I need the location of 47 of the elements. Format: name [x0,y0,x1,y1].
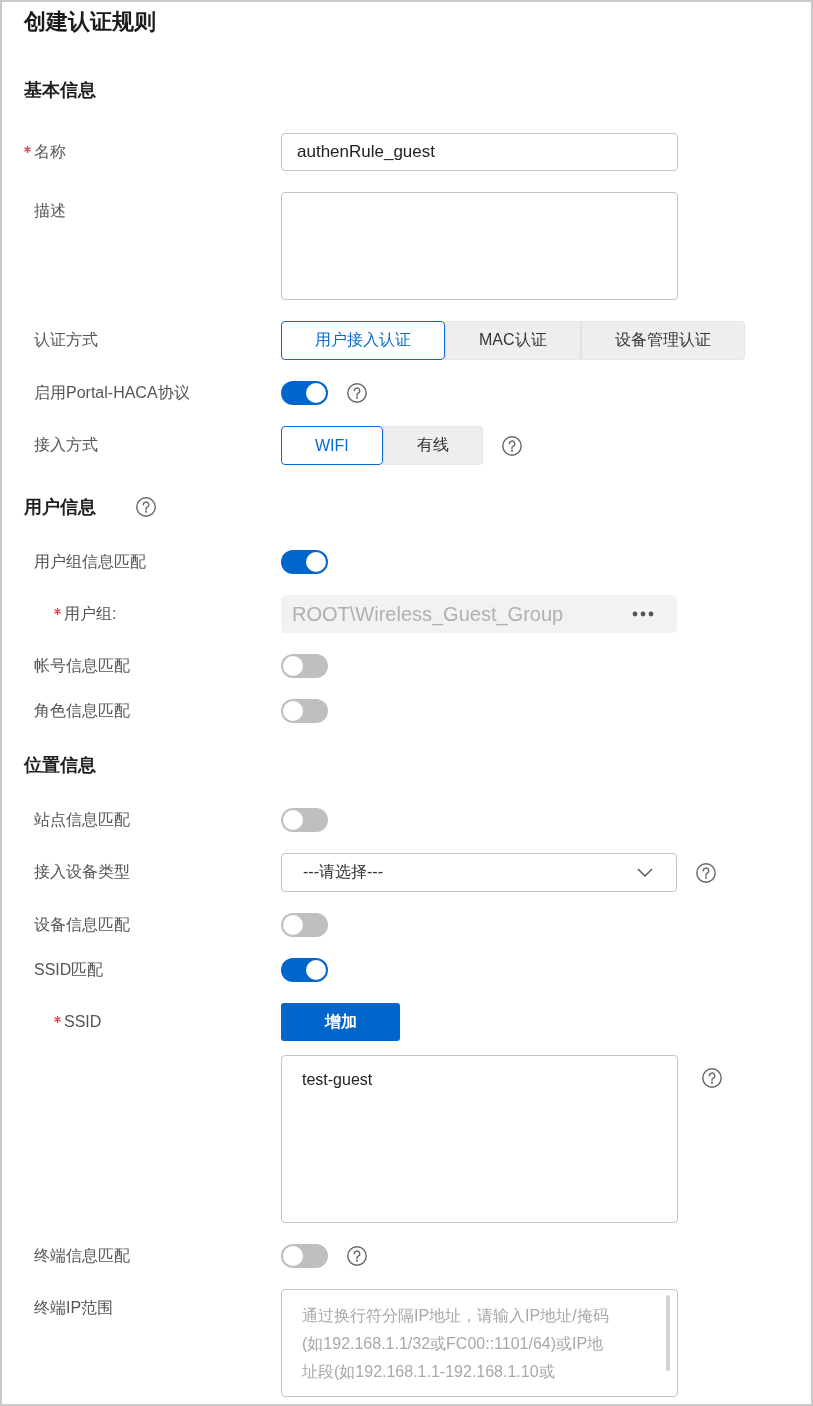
segment-option[interactable]: 有线 [382,426,483,465]
segment-option[interactable]: 用户接入认证 [281,321,445,360]
text-area-field[interactable]: 通过换行符分隔IP地址，请输入IP地址/掩码(如192.168.1.1/32或FC00::1101/64)或IP地址段(如192.168.1.1-192.168.1.10或 [281,1289,678,1397]
section-heading: 用户信息 [24,496,96,519]
toggle-switch[interactable] [281,654,328,678]
chevron-down-icon [637,868,653,877]
field-label: 认证方式 [34,330,98,350]
add-button[interactable]: 增加 [281,1003,400,1041]
field-label: 描述 [34,201,66,221]
field-label: 接入设备类型 [34,862,130,882]
field-label: 角色信息匹配 [34,701,130,721]
field-label: 设备信息匹配 [34,915,130,935]
field-label: 帐号信息匹配 [34,656,130,676]
field-label: 用户组: [64,604,117,624]
field-label: 用户组信息匹配 [34,552,146,572]
text-area-field[interactable] [281,192,678,300]
field-label: 终端IP范围 [34,1298,114,1318]
toggle-switch[interactable] [281,1244,328,1268]
help-icon[interactable] [696,862,716,883]
help-icon[interactable] [702,1068,722,1088]
segment-option[interactable]: 设备管理认证 [580,321,745,360]
toggle-switch[interactable] [281,958,328,982]
toggle-switch[interactable] [281,699,328,723]
section-heading: 基本信息 [24,79,96,102]
segment-option[interactable]: MAC认证 [445,321,581,360]
help-icon[interactable] [136,497,156,517]
field-label: 终端信息匹配 [34,1246,130,1266]
toggle-switch[interactable] [281,550,328,574]
segment-option[interactable]: WIFI [281,426,383,465]
help-icon[interactable] [347,383,367,403]
section-heading: 位置信息 [24,754,96,777]
field-label: 启用Portal-HACA协议 [34,383,190,403]
field-label: 站点信息匹配 [34,810,130,830]
page-title: 创建认证规则 [24,8,156,36]
dropdown-select[interactable]: ---请选择--- [281,853,677,892]
toggle-switch[interactable] [281,808,328,832]
text-area-field[interactable]: test-guest [281,1055,678,1223]
help-icon[interactable] [501,435,522,456]
help-icon[interactable] [347,1246,367,1266]
text-field[interactable]: authenRule_guest [281,133,678,171]
field-label: SSID [64,1012,102,1032]
toggle-switch[interactable] [281,913,328,937]
toggle-switch[interactable] [281,381,328,405]
field-label: 名称 [34,142,66,162]
scrollbar-thumb[interactable] [666,1295,670,1371]
field-label: SSID匹配 [34,960,104,980]
field-label: 接入方式 [34,435,98,455]
